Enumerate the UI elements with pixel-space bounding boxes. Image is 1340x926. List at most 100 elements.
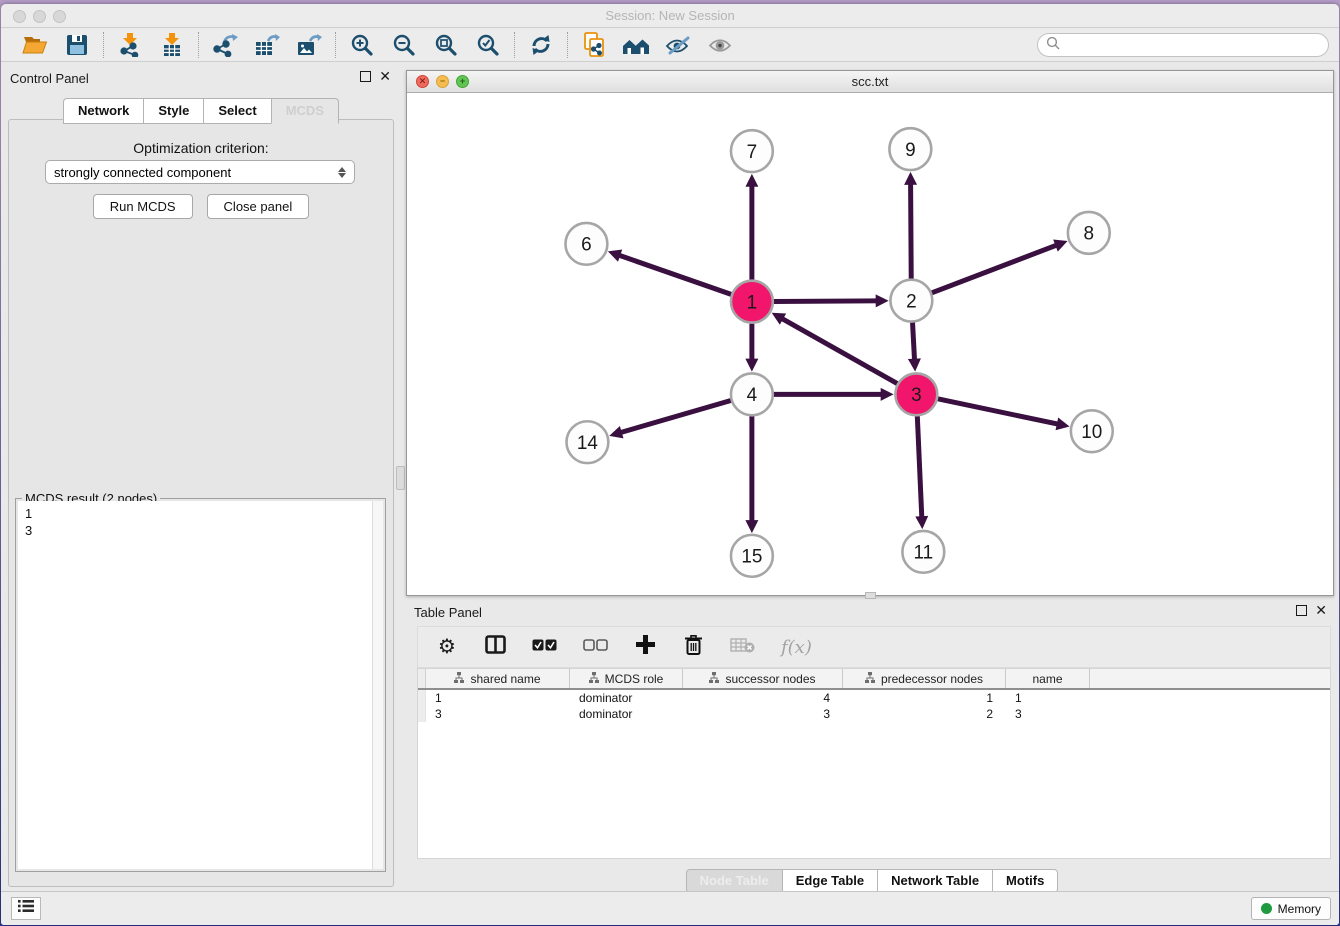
cell-successor-nodes[interactable]: 3 [683, 706, 843, 722]
export-network-button[interactable] [211, 31, 239, 59]
search-box[interactable] [1037, 33, 1329, 57]
dropdown-value: strongly connected component [54, 165, 231, 180]
splitter-grip[interactable] [396, 466, 405, 490]
zoom-fit-button[interactable] [432, 31, 460, 59]
columns-icon [485, 635, 506, 659]
column-header-mcds-role[interactable]: MCDS role [570, 669, 683, 688]
result-line: 1 [25, 505, 383, 522]
float-panel-icon[interactable] [360, 71, 371, 82]
table-row[interactable]: 3dominator323 [418, 706, 1330, 722]
node-8[interactable]: 8 [1068, 212, 1110, 254]
close-panel-button[interactable]: Close panel [207, 194, 310, 219]
column-header-shared-name[interactable]: shared name [426, 669, 570, 688]
network-window-titlebar[interactable]: ✕ − + scc.txt [407, 71, 1333, 93]
svg-text:14: 14 [577, 433, 598, 454]
table-settings-button[interactable]: ⚙ [436, 634, 458, 660]
close-table-panel-icon[interactable]: ✕ [1315, 605, 1327, 616]
edge-3-10[interactable] [938, 399, 1065, 426]
tab-motifs[interactable]: Motifs [992, 869, 1058, 893]
tab-node-table[interactable]: Node Table [686, 869, 782, 893]
result-scrollbar[interactable] [372, 501, 383, 869]
tab-select[interactable]: Select [203, 98, 270, 124]
close-panel-icon[interactable]: ✕ [379, 71, 391, 82]
edge-2-8[interactable] [932, 243, 1063, 293]
tab-edge-table[interactable]: Edge Table [782, 869, 877, 893]
task-history-button[interactable] [11, 897, 41, 920]
svg-text:10: 10 [1081, 422, 1102, 443]
cell-mcds-role[interactable]: dominator [570, 690, 683, 706]
column-header-successor-nodes[interactable]: successor nodes [683, 669, 843, 688]
node-6[interactable]: 6 [565, 223, 607, 265]
zoom-selected-icon [476, 33, 500, 57]
save-session-button[interactable] [63, 31, 91, 59]
cell-shared-name[interactable]: 3 [426, 706, 570, 722]
edge-2-9[interactable] [911, 177, 912, 279]
node-7[interactable]: 7 [731, 130, 773, 172]
node-9[interactable]: 9 [889, 128, 931, 170]
svg-text:3: 3 [911, 385, 922, 406]
float-table-panel-icon[interactable] [1296, 605, 1307, 616]
column-header-predecessor-nodes[interactable]: predecessor nodes [843, 669, 1006, 688]
tab-network-table[interactable]: Network Table [877, 869, 992, 893]
edge-1-2[interactable] [774, 301, 884, 302]
column-label: MCDS role [605, 672, 664, 686]
svg-text:8: 8 [1084, 224, 1095, 245]
show-all-button[interactable] [706, 31, 734, 59]
run-mcds-button[interactable]: Run MCDS [93, 194, 193, 219]
import-network-icon [118, 33, 142, 57]
search-input[interactable] [1065, 38, 1320, 53]
apply-layout-button[interactable] [527, 31, 555, 59]
tab-style[interactable]: Style [143, 98, 203, 124]
memory-button[interactable]: Memory [1251, 897, 1331, 920]
column-header-name[interactable]: name [1006, 669, 1090, 688]
export-image-button[interactable] [295, 31, 323, 59]
node-15[interactable]: 15 [731, 535, 773, 577]
zoom-in-button[interactable] [348, 31, 376, 59]
cell-predecessor-nodes[interactable]: 2 [843, 706, 1006, 722]
node-4[interactable]: 4 [731, 373, 773, 415]
import-network-button[interactable] [116, 31, 144, 59]
edge-3-11[interactable] [917, 416, 922, 524]
cell-name[interactable]: 1 [1006, 690, 1090, 706]
node-3[interactable]: 3 [895, 373, 937, 415]
cell-successor-nodes[interactable]: 4 [683, 690, 843, 706]
edge-3-1[interactable] [776, 315, 897, 383]
zoom-out-button[interactable] [390, 31, 418, 59]
node-14[interactable]: 14 [566, 421, 608, 463]
select-all-button[interactable] [532, 634, 557, 660]
cell-mcds-role[interactable]: dominator [570, 706, 683, 722]
optimization-criterion-dropdown[interactable]: strongly connected component [45, 160, 355, 184]
network-canvas[interactable]: 7 9 6 8 1 2 4 3 14 10 15 11 [407, 93, 1333, 595]
cell-shared-name[interactable]: 1 [426, 690, 570, 706]
mcds-result-area[interactable]: 13 [18, 501, 383, 869]
edge-4-14[interactable] [614, 400, 731, 434]
tab-mcds[interactable]: MCDS [271, 98, 339, 124]
eye-icon [707, 33, 733, 57]
add-column-button[interactable] [634, 634, 656, 660]
node-table[interactable]: shared name MCDS role successor nodesprede… [417, 668, 1331, 859]
zoom-selected-button[interactable] [474, 31, 502, 59]
node-10[interactable]: 10 [1071, 410, 1113, 452]
node-11[interactable]: 11 [902, 531, 944, 573]
tab-network[interactable]: Network [63, 98, 143, 124]
node-1[interactable]: 1 [731, 281, 773, 323]
network-graph[interactable]: 7 9 6 8 1 2 4 3 14 10 15 11 [407, 93, 1333, 595]
open-session-button[interactable] [21, 31, 49, 59]
control-panel: Control Panel ✕ NetworkStyleSelectMCDS O… [1, 62, 401, 891]
delete-columns-button[interactable] [682, 634, 704, 660]
show-columns-button[interactable] [484, 634, 506, 660]
node-2[interactable]: 2 [890, 280, 932, 322]
houses-icon [622, 33, 650, 57]
deselect-all-button[interactable] [583, 634, 608, 660]
hide-selected-button[interactable] [664, 31, 692, 59]
edge-2-3[interactable] [913, 323, 915, 367]
new-network-from-selection-button[interactable] [580, 31, 608, 59]
cell-predecessor-nodes[interactable]: 1 [843, 690, 1006, 706]
import-table-button[interactable] [158, 31, 186, 59]
function-builder-button: f(x) [781, 634, 812, 660]
table-row[interactable]: 1dominator411 [418, 690, 1330, 706]
first-neighbors-button[interactable] [622, 31, 650, 59]
export-table-button[interactable] [253, 31, 281, 59]
edge-1-6[interactable] [613, 253, 731, 294]
cell-name[interactable]: 3 [1006, 706, 1090, 722]
